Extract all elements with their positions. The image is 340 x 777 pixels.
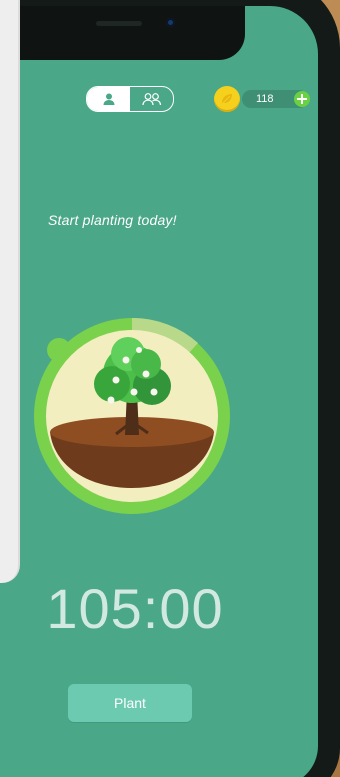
coin-counter[interactable]: 118 bbox=[214, 86, 310, 112]
group-users-icon bbox=[141, 93, 161, 106]
together-mode-tab[interactable] bbox=[130, 87, 173, 111]
speaker-grille bbox=[96, 21, 142, 26]
coin-icon bbox=[214, 86, 240, 112]
plus-icon[interactable] bbox=[294, 91, 310, 107]
progress-handle[interactable] bbox=[47, 338, 71, 362]
timer-display: 105:00 bbox=[46, 577, 224, 640]
mode-toggle[interactable] bbox=[86, 86, 174, 112]
photo-scene: 118 Start planting today! 105:00 Plant bbox=[0, 0, 340, 777]
headline-text: Start planting today! bbox=[48, 212, 177, 228]
phone-notch bbox=[0, 6, 245, 60]
timer-dial[interactable] bbox=[28, 312, 236, 520]
coin-pill: 118 bbox=[242, 90, 310, 108]
phone-device: 118 Start planting today! 105:00 Plant bbox=[0, 0, 340, 777]
single-mode-tab[interactable] bbox=[87, 87, 130, 111]
front-camera bbox=[166, 18, 175, 27]
coin-count: 118 bbox=[256, 93, 274, 105]
app-screen: 118 Start planting today! 105:00 Plant bbox=[0, 6, 318, 777]
single-user-icon bbox=[103, 93, 114, 105]
foreground-card bbox=[0, 0, 20, 583]
plant-button[interactable]: Plant bbox=[68, 684, 192, 722]
